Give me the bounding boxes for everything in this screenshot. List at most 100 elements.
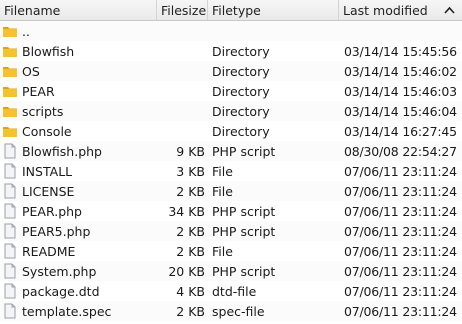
- file-icon: [2, 283, 18, 299]
- file-name-cell: scripts: [0, 103, 157, 119]
- file-type: Directory: [212, 123, 270, 139]
- file-row[interactable]: Blowfish.php 9 KB PHP script 08/30/08 22…: [0, 141, 462, 161]
- file-type: Directory: [212, 83, 270, 99]
- file-name-cell: OS: [0, 63, 157, 79]
- column-header-filetype-label: Filetype: [212, 2, 261, 18]
- file-modified: 07/06/11 23:11:24: [344, 203, 457, 219]
- column-header-bar: Filename Filesize Filetype Last modified: [0, 0, 462, 21]
- file-name: LICENSE: [22, 183, 75, 199]
- file-modified: 07/06/11 23:11:24: [344, 303, 457, 319]
- file-name: System.php: [22, 263, 97, 279]
- file-row[interactable]: PEAR Directory 03/14/14 15:46:03: [0, 81, 462, 101]
- file-modified: 03/14/14 16:27:45: [344, 123, 457, 139]
- folder-icon: [2, 43, 18, 59]
- file-name-cell: package.dtd: [0, 283, 157, 299]
- file-modified: 03/14/14 15:45:56: [344, 43, 457, 59]
- file-row[interactable]: PEAR5.php 2 KB PHP script 07/06/11 23:11…: [0, 221, 462, 241]
- file-type: PHP script: [212, 223, 276, 239]
- file-size: 3 KB: [176, 163, 205, 179]
- file-name-cell: template.spec: [0, 303, 157, 319]
- file-name: scripts: [22, 103, 64, 119]
- file-row[interactable]: LICENSE 2 KB File 07/06/11 23:11:24: [0, 181, 462, 201]
- file-size: 2 KB: [176, 303, 205, 319]
- file-name-cell: LICENSE: [0, 183, 157, 199]
- file-name: README: [22, 243, 76, 259]
- file-row[interactable]: README 2 KB File 07/06/11 23:11:24: [0, 241, 462, 261]
- column-header-filetype[interactable]: Filetype: [208, 0, 339, 20]
- folder-icon: [2, 123, 18, 139]
- column-header-modified-label: Last modified: [343, 2, 428, 18]
- file-type: Directory: [212, 63, 270, 79]
- file-type: PHP script: [212, 143, 276, 159]
- file-row[interactable]: package.dtd 4 KB dtd-file 07/06/11 23:11…: [0, 281, 462, 301]
- file-name-cell: PEAR: [0, 83, 157, 99]
- column-header-filename-label: Filename: [4, 2, 61, 18]
- file-icon: [2, 163, 18, 179]
- file-name: package.dtd: [22, 283, 100, 299]
- file-row[interactable]: OS Directory 03/14/14 15:46:02: [0, 61, 462, 81]
- column-header-filesize[interactable]: Filesize: [157, 0, 208, 20]
- file-name: Blowfish: [22, 43, 75, 59]
- file-type: File: [212, 183, 233, 199]
- file-icon: [2, 263, 18, 279]
- file-size: 34 KB: [168, 203, 205, 219]
- file-name-cell: README: [0, 243, 157, 259]
- file-size: 2 KB: [176, 183, 205, 199]
- file-row[interactable]: Console Directory 03/14/14 16:27:45: [0, 121, 462, 141]
- file-modified: 03/14/14 15:46:04: [344, 103, 457, 119]
- column-header-modified[interactable]: Last modified: [339, 0, 462, 20]
- column-header-filesize-label: Filesize: [161, 2, 207, 18]
- file-row[interactable]: Blowfish Directory 03/14/14 15:45:56: [0, 41, 462, 61]
- file-name: PEAR: [22, 83, 55, 99]
- file-row[interactable]: PEAR.php 34 KB PHP script 07/06/11 23:11…: [0, 201, 462, 221]
- file-name: PEAR.php: [22, 203, 82, 219]
- file-type: PHP script: [212, 203, 276, 219]
- file-name: ..: [22, 23, 30, 39]
- file-modified: 03/14/14 15:46:02: [344, 63, 457, 79]
- file-modified: 07/06/11 23:11:24: [344, 283, 457, 299]
- file-type: Directory: [212, 43, 270, 59]
- folder-icon: [2, 23, 18, 39]
- file-name-cell: Console: [0, 123, 157, 139]
- file-name-cell: Blowfish: [0, 43, 157, 59]
- file-row[interactable]: INSTALL 3 KB File 07/06/11 23:11:24: [0, 161, 462, 181]
- file-row[interactable]: ..: [0, 21, 462, 41]
- file-name-cell: ..: [0, 23, 157, 39]
- file-list: .. Blowfish Directory 03/14/14 15:45:56 …: [0, 21, 462, 321]
- file-name: INSTALL: [22, 163, 73, 179]
- file-name: Blowfish.php: [22, 143, 102, 159]
- file-name-cell: PEAR.php: [0, 203, 157, 219]
- file-modified: 07/06/11 23:11:24: [344, 223, 457, 239]
- folder-icon: [2, 63, 18, 79]
- file-type: File: [212, 163, 233, 179]
- file-name-cell: PEAR5.php: [0, 223, 157, 239]
- file-type: PHP script: [212, 263, 276, 279]
- file-size: 9 KB: [176, 143, 205, 159]
- file-type: File: [212, 243, 233, 259]
- column-header-filename[interactable]: Filename: [0, 0, 157, 20]
- file-size: 20 KB: [168, 263, 205, 279]
- file-type: spec-file: [212, 303, 265, 319]
- file-name: OS: [22, 63, 40, 79]
- file-size: 2 KB: [176, 243, 205, 259]
- file-icon: [2, 183, 18, 199]
- file-modified: 07/06/11 23:11:24: [344, 183, 457, 199]
- file-name: Console: [22, 123, 72, 139]
- file-row[interactable]: template.spec 2 KB spec-file 07/06/11 23…: [0, 301, 462, 321]
- sort-ascending-icon: [444, 4, 455, 17]
- folder-icon: [2, 103, 18, 119]
- file-icon: [2, 303, 18, 319]
- file-row[interactable]: scripts Directory 03/14/14 15:46:04: [0, 101, 462, 121]
- file-type: dtd-file: [212, 283, 257, 299]
- file-name-cell: System.php: [0, 263, 157, 279]
- file-size: 4 KB: [176, 283, 205, 299]
- file-name-cell: INSTALL: [0, 163, 157, 179]
- file-modified: 08/30/08 22:54:27: [344, 143, 457, 159]
- file-modified: 03/14/14 15:46:03: [344, 83, 457, 99]
- file-type: Directory: [212, 103, 270, 119]
- folder-icon: [2, 83, 18, 99]
- file-name: PEAR5.php: [22, 223, 91, 239]
- file-name: template.spec: [22, 303, 112, 319]
- file-modified: 07/06/11 23:11:24: [344, 243, 457, 259]
- file-row[interactable]: System.php 20 KB PHP script 07/06/11 23:…: [0, 261, 462, 281]
